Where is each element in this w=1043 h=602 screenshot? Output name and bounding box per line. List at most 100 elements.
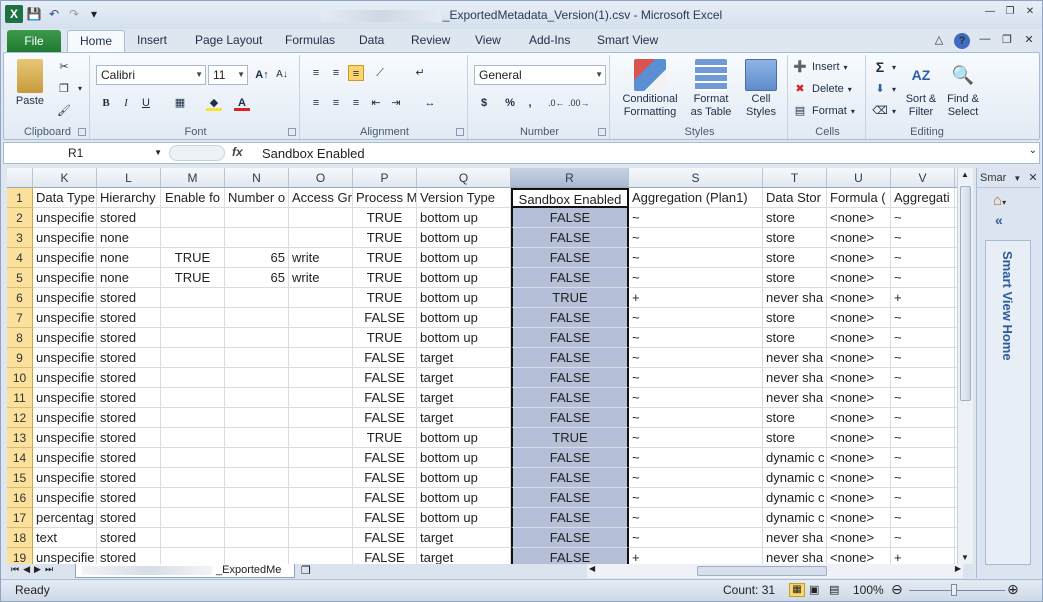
cell[interactable]: <none> bbox=[827, 348, 891, 368]
cell[interactable]: percentag bbox=[33, 508, 97, 528]
cell[interactable]: stored bbox=[97, 288, 161, 308]
column-title-cell[interactable]: Data Stor bbox=[763, 188, 827, 208]
cell[interactable] bbox=[289, 488, 353, 508]
tab-add-ins[interactable]: Add-Ins bbox=[529, 33, 570, 47]
sheet-nav-icons[interactable]: ⏮◀▶⏭ bbox=[11, 564, 57, 575]
font-size-combo[interactable]: 11 ▼ bbox=[208, 65, 248, 85]
cell[interactable]: ~ bbox=[891, 328, 955, 348]
normal-view-icon[interactable]: ▦ bbox=[789, 583, 805, 597]
cell[interactable]: stored bbox=[97, 548, 161, 564]
sort-filter-button[interactable]: AZ Sort & Filter bbox=[902, 59, 940, 119]
column-title-cell[interactable]: Formula ( bbox=[827, 188, 891, 208]
cell-styles-button[interactable]: Cell Styles bbox=[738, 59, 784, 119]
cell[interactable]: ~ bbox=[629, 508, 763, 528]
cell[interactable]: target bbox=[417, 388, 511, 408]
cell[interactable]: unspecifie bbox=[33, 288, 97, 308]
insert-cells-button[interactable]: ➕ Insert ▾ bbox=[792, 59, 847, 75]
cell[interactable]: unspecifie bbox=[33, 408, 97, 428]
column-header[interactable]: U bbox=[827, 168, 891, 188]
tab-page-layout[interactable]: Page Layout bbox=[195, 33, 262, 47]
cell[interactable]: never sha bbox=[763, 368, 827, 388]
formula-input[interactable]: Sandbox Enabled bbox=[262, 146, 365, 161]
cell[interactable]: stored bbox=[97, 448, 161, 468]
help-icon[interactable]: ? bbox=[954, 33, 970, 49]
row-header[interactable]: 8 bbox=[7, 328, 33, 348]
cell[interactable] bbox=[161, 388, 225, 408]
cell[interactable]: <none> bbox=[827, 228, 891, 248]
restore-icon[interactable]: ❐ bbox=[1002, 5, 1018, 19]
tab-home[interactable]: Home bbox=[67, 30, 126, 52]
row-header[interactable]: 14 bbox=[7, 448, 33, 468]
cell[interactable] bbox=[225, 328, 289, 348]
cell[interactable] bbox=[289, 388, 353, 408]
cell[interactable]: FALSE bbox=[353, 388, 417, 408]
column-title-cell[interactable]: Aggregati bbox=[891, 188, 955, 208]
cell[interactable]: ~ bbox=[891, 308, 955, 328]
cell[interactable]: store bbox=[763, 428, 827, 448]
cell[interactable]: ~ bbox=[891, 408, 955, 428]
cell[interactable]: dynamic c bbox=[763, 448, 827, 468]
cell[interactable]: FALSE bbox=[511, 228, 629, 248]
horizontal-scrollbar[interactable]: ◀ ▶ bbox=[587, 564, 963, 578]
cell[interactable]: never sha bbox=[763, 288, 827, 308]
cell[interactable] bbox=[289, 288, 353, 308]
cell[interactable]: <none> bbox=[827, 248, 891, 268]
cell[interactable]: target bbox=[417, 528, 511, 548]
home-icon[interactable]: ⌂▾ bbox=[993, 192, 1006, 209]
cell[interactable]: bottom up bbox=[417, 508, 511, 528]
cell[interactable] bbox=[161, 408, 225, 428]
cell[interactable]: FALSE bbox=[353, 548, 417, 564]
cell[interactable] bbox=[225, 368, 289, 388]
cell[interactable] bbox=[161, 468, 225, 488]
cell[interactable] bbox=[225, 508, 289, 528]
cell[interactable]: <none> bbox=[827, 428, 891, 448]
dialog-launcher-icon[interactable] bbox=[78, 128, 86, 136]
conditional-formatting-button[interactable]: Conditional Formatting bbox=[616, 59, 684, 119]
row-header[interactable]: 9 bbox=[7, 348, 33, 368]
cell[interactable] bbox=[289, 208, 353, 228]
cell[interactable]: ~ bbox=[891, 508, 955, 528]
column-header[interactable]: K bbox=[33, 168, 97, 188]
cell[interactable]: never sha bbox=[763, 528, 827, 548]
cell[interactable] bbox=[225, 388, 289, 408]
collapse-pane-icon[interactable]: « bbox=[995, 212, 1003, 228]
cell[interactable]: ~ bbox=[629, 368, 763, 388]
cell[interactable]: write bbox=[289, 268, 353, 288]
cell[interactable]: + bbox=[629, 548, 763, 564]
cell[interactable]: TRUE bbox=[511, 428, 629, 448]
cell[interactable]: FALSE bbox=[353, 348, 417, 368]
cell[interactable]: unspecifie bbox=[33, 448, 97, 468]
cell[interactable] bbox=[161, 448, 225, 468]
cell[interactable]: TRUE bbox=[353, 248, 417, 268]
column-title-cell[interactable]: Enable fo bbox=[161, 188, 225, 208]
number-format-combo[interactable]: General ▼ bbox=[474, 65, 606, 85]
cell[interactable]: FALSE bbox=[511, 368, 629, 388]
cell[interactable] bbox=[161, 208, 225, 228]
cell[interactable]: stored bbox=[97, 528, 161, 548]
cell[interactable]: none bbox=[97, 228, 161, 248]
cell[interactable] bbox=[289, 448, 353, 468]
cell[interactable]: TRUE bbox=[511, 288, 629, 308]
cell[interactable]: <none> bbox=[827, 408, 891, 428]
cell[interactable]: ~ bbox=[891, 528, 955, 548]
increase-indent-icon[interactable]: ⇥ bbox=[388, 95, 404, 111]
cell[interactable]: bottom up bbox=[417, 448, 511, 468]
column-header[interactable]: V bbox=[891, 168, 955, 188]
workbook-minimize-icon[interactable]: — bbox=[978, 33, 992, 49]
cell[interactable]: <none> bbox=[827, 448, 891, 468]
underline-icon[interactable]: U bbox=[138, 95, 154, 111]
cell[interactable] bbox=[225, 208, 289, 228]
minimize-ribbon-icon[interactable]: △ bbox=[932, 33, 946, 49]
cell[interactable]: bottom up bbox=[417, 428, 511, 448]
cell[interactable]: FALSE bbox=[511, 528, 629, 548]
cell[interactable]: unspecifie bbox=[33, 208, 97, 228]
column-title-cell[interactable]: Version Type bbox=[417, 188, 511, 208]
cell[interactable]: stored bbox=[97, 488, 161, 508]
cell[interactable]: TRUE bbox=[353, 268, 417, 288]
cell[interactable]: store bbox=[763, 408, 827, 428]
cell[interactable]: FALSE bbox=[353, 448, 417, 468]
comma-icon[interactable]: , bbox=[522, 95, 538, 111]
grow-font-icon[interactable]: A↑ bbox=[254, 67, 270, 83]
cell[interactable]: ~ bbox=[629, 448, 763, 468]
cell[interactable] bbox=[225, 448, 289, 468]
